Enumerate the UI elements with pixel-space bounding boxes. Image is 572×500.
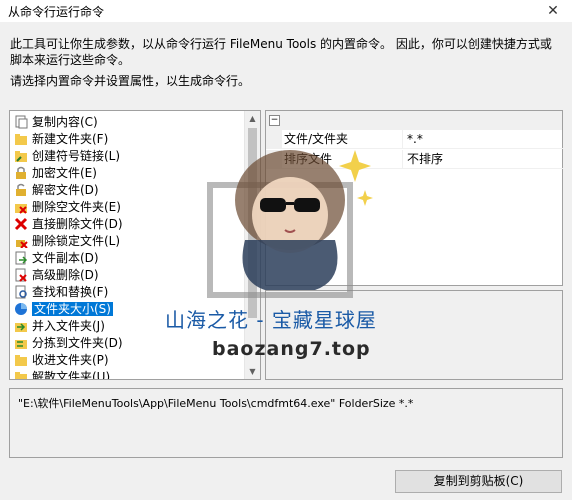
new-folder-icon bbox=[15, 134, 27, 145]
command-list-item[interactable]: 复制内容(C) bbox=[10, 114, 246, 131]
window-title: 从命令行运行命令 bbox=[8, 5, 105, 19]
watermark-character-image bbox=[207, 150, 373, 298]
command-label: 分拣到文件夹(D) bbox=[32, 336, 123, 350]
command-line-box[interactable]: "E:\软件\FileMenuTools\App\FileMenu Tools\… bbox=[9, 388, 563, 458]
command-label: 文件夹大小(S) bbox=[32, 302, 113, 316]
collapse-toggle-icon[interactable]: − bbox=[269, 115, 280, 126]
scroll-up-icon[interactable]: ▲ bbox=[245, 111, 260, 126]
command-label: 收进文件夹(P) bbox=[32, 353, 109, 367]
hint-text: 请选择内置命令并设置属性，以生成命令行。 bbox=[10, 74, 251, 88]
delete-locked-icon bbox=[16, 240, 28, 248]
pack-folder-icon bbox=[15, 355, 27, 366]
command-label: 新建文件夹(F) bbox=[32, 132, 109, 146]
command-label: 并入文件夹(J) bbox=[32, 319, 105, 333]
scroll-down-icon[interactable]: ▼ bbox=[245, 364, 260, 379]
command-label: 直接删除文件(D) bbox=[32, 217, 123, 231]
command-label: 解密文件(D) bbox=[32, 183, 99, 197]
sort-to-folder-icon bbox=[15, 340, 27, 349]
watermark-text: 山海之花 - 宝藏星球屋 bbox=[165, 308, 377, 332]
property-grid-header: − bbox=[266, 111, 562, 130]
command-label: 删除空文件夹(E) bbox=[32, 200, 121, 214]
description-text: 此工具可让你生成参数，以从命令行运行 FileMenu Tools 的内置命令。… bbox=[10, 37, 552, 67]
command-list-item[interactable]: 分拣到文件夹(D) bbox=[10, 335, 246, 352]
join-folder-icon bbox=[15, 323, 27, 332]
watermark-url: baozang7.top bbox=[212, 338, 371, 360]
command-label: 创建符号链接(L) bbox=[32, 149, 121, 163]
folder-size-icon bbox=[15, 303, 27, 315]
command-list-item[interactable]: 收进文件夹(P) bbox=[10, 352, 246, 369]
delete-empty-folder-icon bbox=[15, 204, 27, 214]
property-value[interactable]: 不排序 bbox=[403, 150, 566, 169]
close-icon[interactable]: ✕ bbox=[542, 1, 564, 21]
symlink-icon bbox=[15, 151, 27, 162]
encrypt-icon bbox=[16, 166, 26, 179]
command-label: 复制内容(C) bbox=[32, 115, 98, 129]
command-label: 加密文件(E) bbox=[32, 166, 97, 180]
command-label: 文件副本(D) bbox=[32, 251, 99, 265]
command-label: 解散文件夹(U) bbox=[32, 370, 111, 380]
command-line-text[interactable]: "E:\软件\FileMenuTools\App\FileMenu Tools\… bbox=[18, 395, 413, 411]
title-bar: 从命令行运行命令 ✕ bbox=[0, 0, 572, 22]
command-list-item[interactable]: 解散文件夹(U) bbox=[10, 369, 246, 380]
advanced-delete-icon bbox=[15, 268, 27, 282]
copy-to-clipboard-button[interactable]: 复制到剪贴板(C) bbox=[395, 470, 562, 493]
unpack-folder-icon bbox=[15, 372, 27, 379]
command-label: 高级删除(D) bbox=[32, 268, 99, 282]
delete-icon bbox=[14, 217, 28, 231]
duplicate-file-icon bbox=[15, 251, 28, 265]
find-replace-icon bbox=[15, 285, 27, 299]
decrypt-icon bbox=[16, 183, 26, 196]
copy-content-icon bbox=[15, 115, 28, 129]
command-label: 删除锁定文件(L) bbox=[32, 234, 121, 248]
command-label: 查找和替换(F) bbox=[32, 285, 109, 299]
property-value[interactable]: *.* bbox=[403, 130, 566, 149]
